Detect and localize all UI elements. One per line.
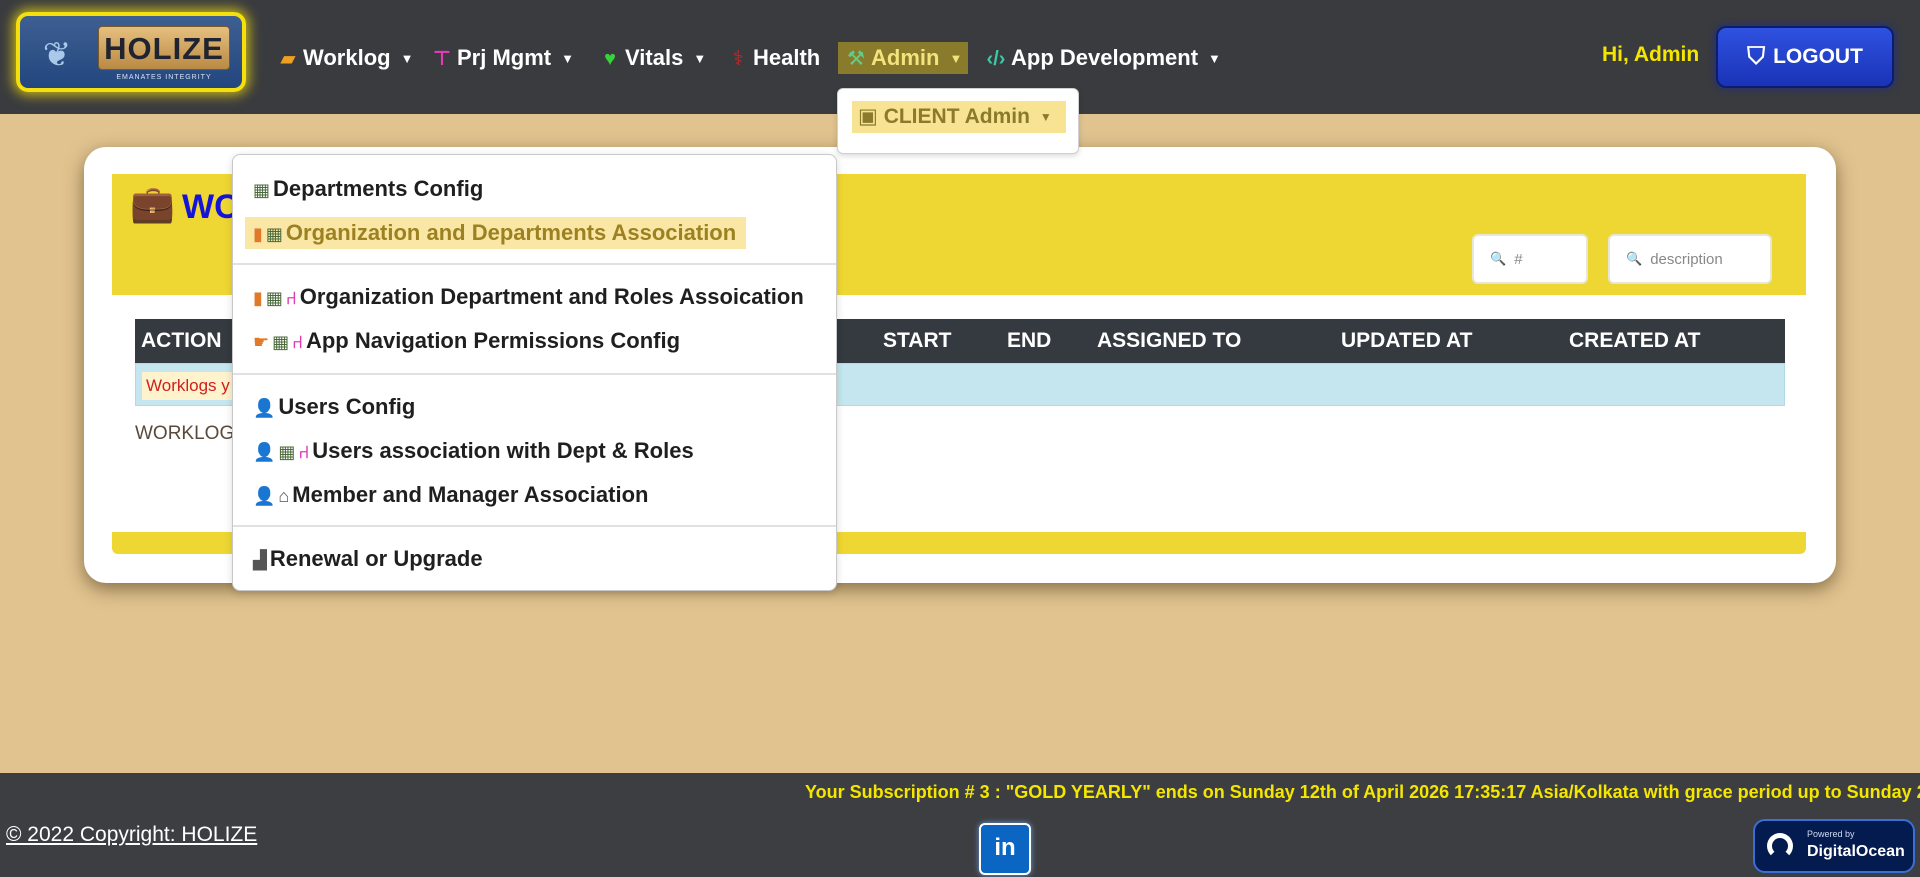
- column-header-updated-at[interactable]: UPDATED AT: [1341, 329, 1472, 353]
- briefcase-icon: 💼: [130, 183, 175, 224]
- nav-prj-mgmt-label: Prj Mgmt: [457, 45, 552, 70]
- admin-dropdown-menu: ▣ CLIENT Admin ▼: [837, 88, 1079, 154]
- column-header-start[interactable]: START: [883, 329, 951, 353]
- people-roof-icon: ⌂: [278, 486, 290, 506]
- organization-icon: ▮: [253, 288, 263, 308]
- client-admin-submenu: ▦ Departments Config ▮ ▦ Organization and D…: [232, 154, 837, 591]
- nav-app-development-label: App Development: [1011, 45, 1199, 70]
- user-greeting: Hi, Admin: [1602, 43, 1700, 66]
- search-description-placeholder: description: [1650, 250, 1723, 268]
- logout-button[interactable]: ⛉ LOGOUT: [1716, 26, 1894, 88]
- chevron-down-icon: ▼: [1208, 51, 1221, 67]
- column-header-created-at[interactable]: CREATED AT: [1569, 329, 1700, 353]
- digitalocean-name: DigitalOcean: [1807, 843, 1905, 860]
- eagle-emblem-icon: ❦: [42, 36, 72, 74]
- search-description-input[interactable]: 🔍 description: [1608, 234, 1772, 284]
- worklog-text: WORKLOG: [135, 423, 235, 444]
- building-icon: ▦: [278, 442, 296, 462]
- menu-item-label: Organization and Departments Association: [285, 220, 737, 245]
- client-admin-menu-item[interactable]: ▣ CLIENT Admin ▼: [852, 101, 1066, 133]
- chevron-down-icon: ▼: [1039, 110, 1052, 125]
- menu-item-org-departments-association[interactable]: ▮ ▦ Organization and Departments Associati…: [245, 217, 747, 249]
- menu-item-users-dept-roles[interactable]: 👤 ▦ ⑁ Users association with Dept & Roles: [253, 435, 694, 467]
- heartbeat-icon: ♥: [604, 48, 616, 70]
- chart-icon: ▟: [253, 550, 267, 570]
- building-icon: ▦: [265, 288, 283, 308]
- nav-prj-mgmt[interactable]: ⊤ Prj Mgmt ▼: [430, 42, 574, 74]
- nav-vitals-label: Vitals: [625, 45, 684, 70]
- nav-worklog-label: Worklog: [303, 45, 391, 70]
- menu-item-label: Organization Department and Roles Assoic…: [299, 284, 804, 309]
- menu-item-label: Renewal or Upgrade: [269, 546, 483, 571]
- chair-icon: ⑁: [285, 288, 297, 308]
- chevron-down-icon: ▼: [561, 51, 574, 67]
- search-icon: 🔍: [1490, 251, 1507, 266]
- chevron-down-icon: ▼: [400, 51, 414, 67]
- menu-item-org-dept-roles-association[interactable]: ▮ ▦ ⑁ Organization Department and Roles Ass…: [253, 281, 804, 313]
- copyright-link[interactable]: © 2022 Copyright: HOLIZE: [6, 823, 257, 847]
- stethoscope-icon: ⚕: [732, 48, 744, 70]
- menu-item-label: Users association with Dept & Roles: [312, 438, 694, 463]
- nav-vitals[interactable]: ♥ Vitals ▼: [598, 42, 706, 74]
- id-card-icon: ▣: [858, 105, 878, 128]
- digitalocean-logo-icon: [1767, 833, 1793, 859]
- chevron-down-icon: ▼: [949, 51, 963, 67]
- nav-admin[interactable]: ⚒ Admin ▼: [838, 42, 969, 74]
- search-icon: 🔍: [1626, 251, 1643, 266]
- page-footer: Your Subscription # 3 : "GOLD YEARLY" en…: [0, 773, 1920, 877]
- menu-item-departments-config[interactable]: ▦ Departments Config: [253, 173, 483, 205]
- menu-item-label: Departments Config: [273, 176, 484, 201]
- user-icon: 👤: [253, 486, 276, 506]
- organization-icon: ▮: [253, 224, 263, 244]
- hammer-icon: ⚒: [847, 48, 865, 70]
- menu-item-label: Users Config: [278, 394, 416, 419]
- code-icon: ‹/›: [986, 48, 1006, 70]
- nav-health[interactable]: ⚕ Health: [726, 42, 821, 74]
- menu-item-app-nav-permissions[interactable]: ☛ ▦ ⑁ App Navigation Permissions Config: [253, 325, 680, 357]
- building-icon: ▦: [265, 224, 283, 244]
- menu-item-label: App Navigation Permissions Config: [305, 328, 681, 353]
- building-icon: ▦: [253, 180, 271, 200]
- shield-icon: ⛉: [1747, 43, 1766, 70]
- nav-worklog[interactable]: ▰ Worklog ▼: [276, 42, 413, 74]
- search-number-input[interactable]: 🔍 #: [1472, 234, 1588, 284]
- linkedin-icon[interactable]: in: [979, 823, 1031, 875]
- menu-divider: [233, 373, 836, 375]
- digitalocean-badge[interactable]: Powered by DigitalOcean: [1753, 819, 1915, 873]
- column-header-end[interactable]: END: [1007, 329, 1051, 353]
- user-icon: 👤: [253, 398, 276, 418]
- menu-item-member-manager-association[interactable]: 👤 ⌂ Member and Manager Association: [253, 479, 648, 511]
- page-title: WC: [182, 188, 239, 226]
- menu-item-label: Member and Manager Association: [292, 482, 649, 507]
- briefcase-icon: ▰: [280, 48, 296, 70]
- chair-icon: ⑁: [292, 332, 303, 352]
- brand-name: HOLIZE: [98, 26, 230, 70]
- brand-logo[interactable]: ❦ HOLIZE EMANATES INTEGRITY: [16, 12, 246, 92]
- client-admin-label: CLIENT Admin: [883, 105, 1030, 128]
- powered-by-text: Powered by: [1807, 829, 1855, 839]
- nav-health-label: Health: [753, 45, 821, 70]
- menu-divider: [233, 263, 836, 265]
- brand-tagline: EMANATES INTEGRITY: [116, 74, 212, 81]
- subscription-banner: Your Subscription # 3 : "GOLD YEARLY" en…: [805, 782, 1920, 802]
- menu-divider: [233, 525, 836, 527]
- column-header-action[interactable]: ACTION: [141, 329, 222, 353]
- menu-item-renewal-upgrade[interactable]: ▟ Renewal or Upgrade: [253, 543, 483, 575]
- user-icon: 👤: [253, 442, 276, 462]
- empty-message: Worklogs y: [142, 372, 234, 400]
- chevron-down-icon: ▼: [693, 51, 707, 67]
- chair-icon: ⑁: [298, 442, 310, 462]
- nav-admin-label: Admin: [871, 45, 940, 70]
- column-header-assigned-to[interactable]: ASSIGNED TO: [1097, 329, 1241, 353]
- building-icon: ▦: [272, 332, 290, 352]
- search-number-placeholder: #: [1514, 250, 1523, 268]
- logout-label: LOGOUT: [1773, 45, 1863, 68]
- sitemap-icon: ⊤: [432, 48, 452, 70]
- nav-app-development[interactable]: ‹/› App Development ▼: [984, 42, 1221, 74]
- hand-icon: ☛: [253, 332, 270, 352]
- menu-item-users-config[interactable]: 👤 Users Config: [253, 391, 415, 423]
